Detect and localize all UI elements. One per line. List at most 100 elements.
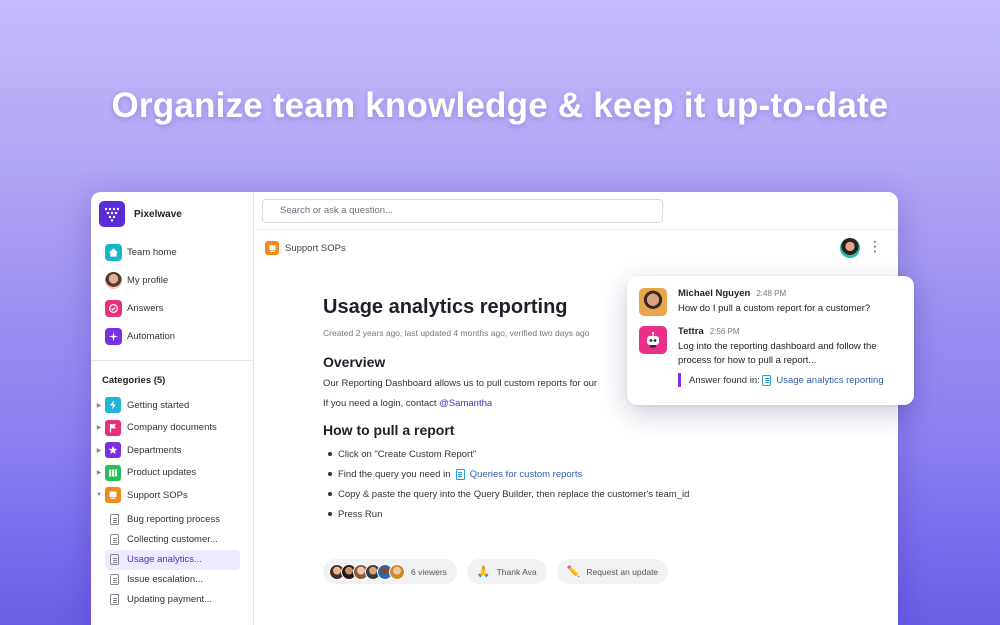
category-label: Departments xyxy=(127,444,182,456)
document-icon xyxy=(110,574,119,585)
star-icon xyxy=(105,442,121,459)
document-icon xyxy=(110,514,119,525)
search-box[interactable] xyxy=(262,198,663,223)
main-content: Support SOPs ⋮ Usage analytics reporting… xyxy=(254,192,898,625)
answer-prefix: Answer found in: xyxy=(689,374,760,386)
page-item-collecting-customer[interactable]: Collecting customer... xyxy=(105,530,240,550)
request-update-button[interactable]: ✏️ Request an update xyxy=(556,559,669,584)
category-label: Company documents xyxy=(127,422,217,434)
message-header: Michael Nguyen 2:48 PM xyxy=(678,288,870,299)
chat-popup: Michael Nguyen 2:48 PM How do I pull a c… xyxy=(627,276,914,405)
more-options-icon[interactable]: ⋮ xyxy=(868,239,882,253)
thanks-label: Thank Ava xyxy=(496,566,537,577)
avatar xyxy=(389,563,405,580)
nav-label: Answers xyxy=(127,302,164,314)
page-item-updating-payment[interactable]: Updating payment... xyxy=(105,590,240,610)
link-label: Usage analytics reporting xyxy=(776,374,884,386)
chevron-down-icon[interactable]: ▼ xyxy=(93,492,105,498)
steps-list: Click on "Create Custom Report" Find the… xyxy=(323,444,743,524)
list-item: Find the query you need in Queries for c… xyxy=(323,464,743,484)
flag-icon xyxy=(105,419,121,436)
breadcrumb: Support SOPs ⋮ xyxy=(254,230,898,266)
pencil-icon: ✏️ xyxy=(566,566,581,578)
viewers-label: 6 viewers xyxy=(411,566,447,577)
category-company-documents[interactable]: ▶ Company documents xyxy=(91,417,253,440)
chevron-right-icon[interactable]: ▶ xyxy=(93,469,105,476)
tettra-bot-icon xyxy=(639,326,667,354)
search-input[interactable] xyxy=(280,205,640,216)
answer-accent-bar xyxy=(678,373,681,387)
nav-item-answers[interactable]: Answers xyxy=(91,294,253,322)
list-item: Copy & paste the query into the Query Bu… xyxy=(323,484,743,504)
sender-name: Michael Nguyen xyxy=(678,288,751,299)
category-support-sops[interactable]: ▼ Support SOPs xyxy=(91,484,253,507)
login-text: If you need a login, contact xyxy=(323,398,437,409)
hero-headline: Organize team knowledge & keep it up-to-… xyxy=(111,86,889,125)
page-label: Usage analytics... xyxy=(127,554,202,565)
viewers-button[interactable]: 6 viewers xyxy=(323,559,457,584)
categories-heading: Categories (5) xyxy=(102,375,166,386)
page-item-issue-escalation[interactable]: Issue escalation... xyxy=(105,570,240,590)
update-label: Request an update xyxy=(586,566,659,577)
category-label: Support SOPs xyxy=(127,489,188,501)
avatar xyxy=(105,271,122,289)
top-bar xyxy=(254,192,898,230)
page-label: Updating payment... xyxy=(127,594,213,605)
nav-label: Team home xyxy=(127,246,177,258)
sender-name: Tettra xyxy=(678,326,704,337)
primary-nav: Team home My profile Answers Automation xyxy=(91,238,253,350)
lightning-icon xyxy=(105,397,121,414)
page-label: Collecting customer... xyxy=(127,534,218,545)
message-text: Log into the reporting dashboard and fol… xyxy=(678,341,877,366)
nav-item-my-profile[interactable]: My profile xyxy=(91,266,253,294)
nav-label: My profile xyxy=(127,274,169,286)
sparkle-icon xyxy=(105,327,122,345)
viewer-avatars xyxy=(329,563,405,580)
chevron-right-icon[interactable]: ▶ xyxy=(93,424,105,431)
pray-hands-icon: 🙏 xyxy=(476,566,491,578)
chevron-right-icon[interactable]: ▶ xyxy=(93,402,105,409)
avatar[interactable] xyxy=(840,238,860,258)
nav-item-automation[interactable]: Automation xyxy=(91,322,253,350)
link-label: Queries for custom reports xyxy=(469,468,583,480)
document-icon xyxy=(762,374,772,386)
answer-source: Answer found in: Usage analytics reporti… xyxy=(678,373,890,387)
document-icon xyxy=(110,554,119,565)
page-item-bug-reporting[interactable]: Bug reporting process xyxy=(105,510,240,530)
thank-author-button[interactable]: 🙏 Thank Ava xyxy=(466,559,547,584)
queries-link[interactable]: Queries for custom reports xyxy=(455,468,583,480)
nav-item-team-home[interactable]: Team home xyxy=(91,238,253,266)
message-time: 2:56 PM xyxy=(709,327,740,336)
category-label: Product updates xyxy=(127,467,197,479)
home-icon xyxy=(105,243,122,261)
app-window: Pixelwave Team home My profile Answers A… xyxy=(91,192,898,625)
step-text: Find the query you need in xyxy=(338,468,451,480)
page-item-usage-analytics[interactable]: Usage analytics... xyxy=(105,549,240,570)
list-item: Press Run xyxy=(323,504,743,524)
checkmark-icon xyxy=(105,299,122,317)
chevron-right-icon[interactable]: ▶ xyxy=(93,447,105,454)
cart-icon xyxy=(265,241,279,255)
breadcrumb-label[interactable]: Support SOPs xyxy=(285,243,346,254)
avatar xyxy=(639,288,667,316)
category-getting-started[interactable]: ▶ Getting started xyxy=(91,394,253,417)
list-item: Click on "Create Custom Report" xyxy=(323,444,743,464)
pixelwave-logo-icon xyxy=(99,201,125,227)
category-departments[interactable]: ▶ Departments xyxy=(91,439,253,462)
sidebar-divider xyxy=(91,360,253,361)
step-text: Click on "Create Custom Report" xyxy=(338,448,477,460)
workspace-name: Pixelwave xyxy=(134,208,182,220)
category-product-updates[interactable]: ▶ Product updates xyxy=(91,462,253,485)
document-icon xyxy=(455,468,465,480)
message-header: Tettra 2:56 PM xyxy=(678,326,890,337)
cart-icon xyxy=(105,487,121,504)
message-body: Tettra 2:56 PM Log into the reporting da… xyxy=(678,326,890,387)
step-text: Copy & paste the query into the Query Bu… xyxy=(338,488,690,500)
document-icon xyxy=(110,534,119,545)
chat-message: Tettra 2:56 PM Log into the reporting da… xyxy=(639,326,890,387)
user-mention[interactable]: @Samantha xyxy=(439,398,492,409)
workspace-header[interactable]: Pixelwave xyxy=(99,196,253,232)
category-label: Getting started xyxy=(127,399,190,411)
sidebar: Pixelwave Team home My profile Answers A… xyxy=(91,192,254,625)
answer-link[interactable]: Usage analytics reporting xyxy=(762,374,884,386)
